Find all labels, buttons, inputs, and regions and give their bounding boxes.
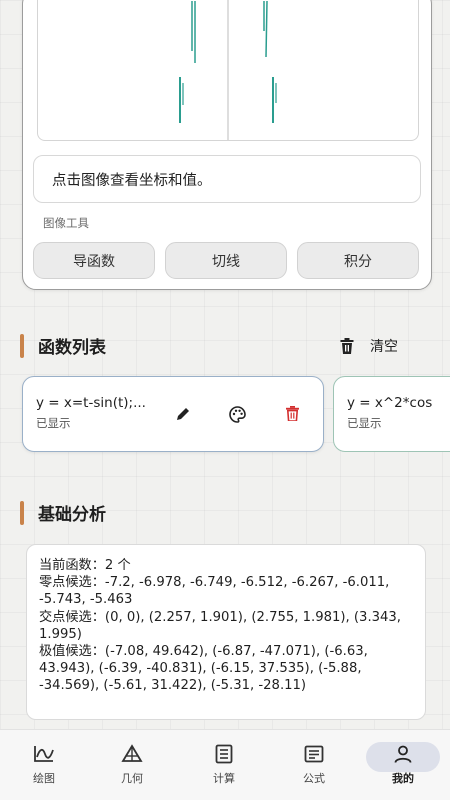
nav-label: 公式 <box>303 772 325 785</box>
function-card[interactable]: y = x=t-sin(t);... 已显示 <box>22 376 324 452</box>
section-accent-bar <box>20 333 24 358</box>
graph-card: 点击图像查看坐标和值。 图像工具 导函数 切线 积分 <box>22 0 432 290</box>
intersection-candidates-text: 交点候选：(0, 0), (2.257, 1.901), (2.755, 1.9… <box>39 609 401 642</box>
extremum-candidates-text: 极值候选：(-7.08, 49.642), (-6.87, -47.071), … <box>39 644 368 694</box>
nav-item-calculator[interactable]: 计算 <box>189 742 259 792</box>
delete-icon[interactable] <box>286 406 299 421</box>
function-card[interactable]: y = x^2*cos 已显示 <box>333 376 450 452</box>
function-expression: y = x^2*cos <box>347 395 433 411</box>
analysis-title: 基础分析 <box>38 505 106 525</box>
nav-label: 计算 <box>213 772 235 785</box>
edit-icon[interactable] <box>175 406 191 422</box>
palette-icon[interactable] <box>229 406 246 423</box>
derivative-button[interactable]: 导函数 <box>33 242 155 279</box>
analysis-header: 基础分析 <box>20 500 106 525</box>
nav-item-geometry[interactable]: 几何 <box>97 742 167 792</box>
nav-item-formula[interactable]: 公式 <box>279 742 349 792</box>
nav-label: 我的 <box>392 772 414 785</box>
analysis-card: 当前函数：2 个 零点候选：-7.2, -6.978, -6.749, -6.5… <box>26 544 426 720</box>
clear-label: 清空 <box>370 339 398 355</box>
graph-tools-label: 图像工具 <box>43 216 89 230</box>
integral-button[interactable]: 积分 <box>297 242 419 279</box>
geometry-icon <box>121 744 143 762</box>
graph-canvas[interactable] <box>37 0 419 141</box>
nav-item-plot[interactable]: 绘图 <box>9 742 79 792</box>
tangent-button[interactable]: 切线 <box>165 242 287 279</box>
profile-icon <box>394 745 412 763</box>
calculator-icon <box>215 744 233 764</box>
function-list-title: 函数列表 <box>38 338 106 358</box>
app-screen: 点击图像查看坐标和值。 图像工具 导函数 切线 积分 函数列表 清空 y = x… <box>0 0 450 800</box>
plot-icon <box>34 746 54 762</box>
bottom-nav: 绘图 几何 计算 公式 我的 <box>0 729 450 800</box>
nav-label: 几何 <box>121 772 143 785</box>
clear-button[interactable]: 清空 <box>340 336 398 356</box>
graph-hint: 点击图像查看坐标和值。 <box>33 155 421 203</box>
zero-candidates-text: 零点候选：-7.2, -6.978, -6.749, -6.512, -6.26… <box>39 575 390 608</box>
graph-plot <box>179 0 277 140</box>
function-count-text: 当前函数：2 个 <box>39 558 131 573</box>
function-status: 已显示 <box>347 416 382 430</box>
function-expression: y = x=t-sin(t);... <box>36 395 146 411</box>
nav-label: 绘图 <box>33 772 55 785</box>
nav-item-profile[interactable]: 我的 <box>366 742 440 792</box>
function-list-header: 函数列表 <box>20 333 106 358</box>
formula-icon <box>304 745 324 763</box>
trash-icon <box>340 338 354 354</box>
section-accent-bar <box>20 500 24 525</box>
